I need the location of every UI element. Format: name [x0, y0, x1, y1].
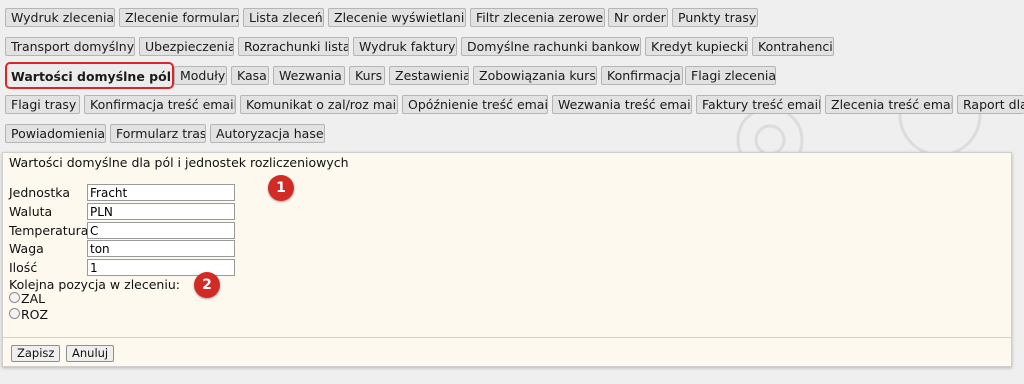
tab-zlecenie-wyswietlanie[interactable]: Zlecenie wyświetlanie — [328, 8, 466, 27]
tab-zobowiazania-kurs[interactable]: Zobowiązania kurs — [473, 66, 597, 85]
radio-roz-label: ROZ — [21, 307, 49, 322]
tab-wezwania-tresc-email[interactable]: Wezwania treść email — [552, 95, 692, 114]
label-temperatura: Temperatura — [9, 223, 89, 238]
tab-opoznienie-tresc-email[interactable]: Opóźnienie treść email — [402, 95, 548, 114]
tab-kontrahenci[interactable]: Kontrahenci — [752, 37, 834, 56]
panel-title: Wartości domyślne dla pól i jednostek ro… — [9, 155, 349, 170]
tab-punkty-trasy[interactable]: Punkty trasy — [672, 8, 758, 27]
label-jednostka: Jednostka — [9, 185, 70, 200]
tab-konfirmacja[interactable]: Konfirmacja — [601, 66, 683, 85]
tab-faktury-tresc-email[interactable]: Faktury treść email — [696, 95, 821, 114]
radio-zal-label: ZAL — [21, 291, 46, 306]
tab-konfirmacja-tresc-email[interactable]: Konfirmacja treść email — [84, 95, 236, 114]
annotation-badge-2: 2 — [194, 272, 220, 298]
default-values-panel: Wartości domyślne dla pól i jednostek ro… — [2, 152, 1012, 367]
tab-zestawienia[interactable]: Zestawienia — [389, 66, 469, 85]
cancel-button[interactable]: Anuluj — [66, 345, 115, 362]
radio-roz[interactable] — [9, 308, 20, 319]
tab-komunikat-zal-roz-mail[interactable]: Komunikat o zal/roz mail — [240, 95, 398, 114]
radio-zal[interactable] — [9, 292, 20, 303]
tab-zlecenia-tresc-email[interactable]: Zlecenia treść email — [825, 95, 953, 114]
tab-rozrachunki-lista[interactable]: Rozrachunki lista — [238, 37, 349, 56]
tab-nr-order[interactable]: Nr order — [608, 8, 668, 27]
panel-divider — [3, 337, 1011, 338]
tab-autoryzacja-hasel[interactable]: Autoryzacja haseł — [210, 124, 325, 143]
tab-wezwania[interactable]: Wezwania — [273, 66, 345, 85]
label-waluta: Waluta — [9, 204, 53, 219]
tab-row-4: Flagi trasy Konfirmacja treść email Komu… — [0, 95, 1024, 116]
position-label: Kolejna pozycja w zleceniu: — [9, 277, 180, 292]
tab-kasa[interactable]: Kasa — [231, 66, 269, 85]
tab-lista-zlecen[interactable]: Lista zleceń — [243, 8, 324, 27]
tab-zlecenie-formularz[interactable]: Zlecenie formularz — [119, 8, 239, 27]
label-ilosc: Ilość — [9, 260, 38, 275]
temperatura-input[interactable] — [87, 222, 235, 239]
tab-wartosci-domyslne-pol[interactable]: Wartości domyślne pól — [5, 62, 174, 89]
tab-flagi-trasy[interactable]: Flagi trasy — [5, 95, 80, 114]
tab-formularz-tras[interactable]: Formularz tras — [110, 124, 206, 143]
tab-wydruk-faktury[interactable]: Wydruk faktury — [353, 37, 457, 56]
tab-kurs[interactable]: Kurs — [349, 66, 385, 85]
waga-input[interactable] — [87, 240, 235, 257]
tab-transport-domyslny[interactable]: Transport domyślny — [5, 37, 135, 56]
tab-moduly[interactable]: Moduły — [174, 66, 227, 85]
tab-domyslne-rachunki-bankowe[interactable]: Domyślne rachunki bankowe — [461, 37, 641, 56]
tab-flagi-zlecenia[interactable]: Flagi zlecenia — [685, 66, 776, 85]
annotation-badge-1: 1 — [268, 175, 294, 201]
waluta-input[interactable] — [87, 203, 235, 220]
label-waga: Waga — [9, 241, 44, 256]
tab-wydruk-zlecenia[interactable]: Wydruk zlecenia — [5, 8, 115, 27]
tab-powiadomienia[interactable]: Powiadomienia — [5, 124, 106, 143]
save-button[interactable]: Zapisz — [11, 345, 61, 362]
tab-filtr-zlecenia-zerowe[interactable]: Filtr zlecenia zerowe — [470, 8, 605, 27]
tab-raport-dla[interactable]: Raport dla — [957, 95, 1024, 114]
jednostka-input[interactable] — [87, 184, 235, 201]
tab-kredyt-kupiecki[interactable]: Kredyt kupiecki — [645, 37, 748, 56]
tab-ubezpieczenia[interactable]: Ubezpieczenia — [139, 37, 234, 56]
